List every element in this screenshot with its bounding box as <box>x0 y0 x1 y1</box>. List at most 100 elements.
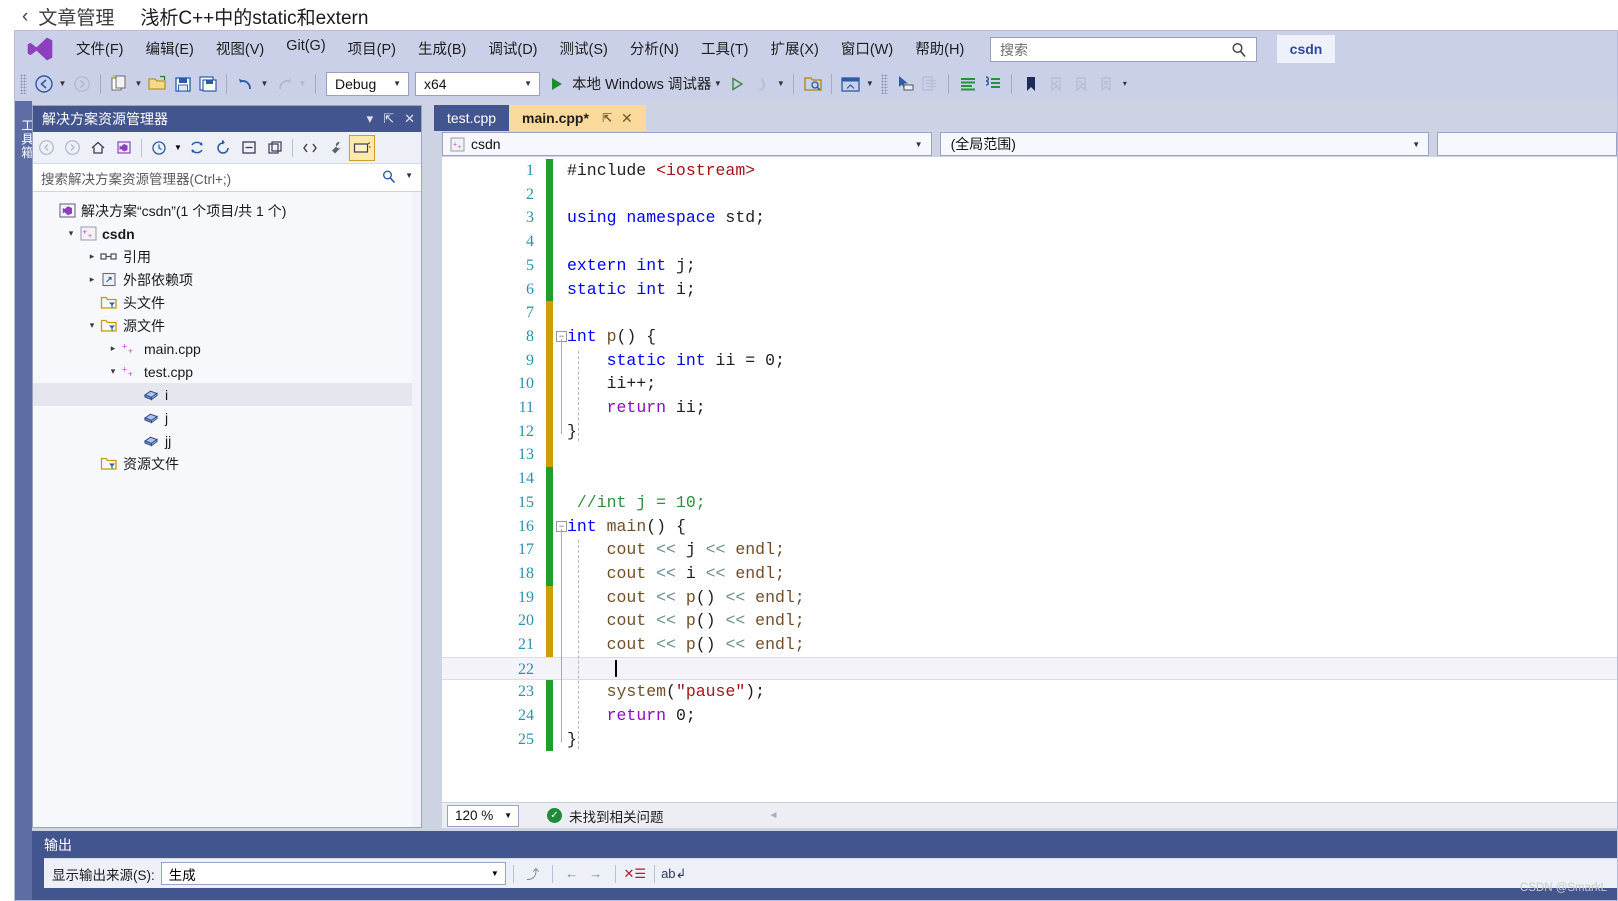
redo-icon[interactable] <box>271 71 296 96</box>
forward-arrow-icon[interactable]: → <box>584 862 608 886</box>
menu-item-1[interactable]: 编辑(E) <box>135 35 205 62</box>
menu-item-6[interactable]: 调试(D) <box>477 35 548 62</box>
forward-icon[interactable] <box>59 135 85 161</box>
expanded-arrow-icon[interactable]: ▾ <box>64 228 78 239</box>
menu-item-12[interactable]: 帮助(H) <box>904 35 975 62</box>
tree-item-2[interactable]: ▸ 引用 <box>33 245 421 268</box>
menu-item-7[interactable]: 测试(S) <box>549 35 619 62</box>
configuration-dropdown[interactable]: Debug ▼ <box>326 71 409 96</box>
sync-icon[interactable] <box>210 135 236 161</box>
code-line-10[interactable]: 10 ii++; <box>442 372 1617 396</box>
home-icon[interactable] <box>85 135 111 161</box>
code-line-5[interactable]: 5 extern int j; <box>442 254 1617 278</box>
copy-lines-icon[interactable] <box>917 71 942 96</box>
tree-item-5[interactable]: ▾ 源文件 <box>33 314 421 337</box>
pin-icon[interactable]: ⇱ <box>602 111 612 125</box>
tree-item-7[interactable]: ▾ + + test.cpp <box>33 360 421 383</box>
tree-item-6[interactable]: ▸ + + main.cpp <box>33 337 421 360</box>
code-line-7[interactable]: 7 <box>442 301 1617 325</box>
start-debugging-dropdown[interactable]: ▼ <box>711 71 724 96</box>
tree-item-11[interactable]: 资源文件 <box>33 452 421 475</box>
clear-bookmarks-icon[interactable] <box>1093 71 1118 96</box>
chevron-down-icon[interactable]: ▾ <box>367 111 374 127</box>
code-line-1[interactable]: 1 #include <iostream> <box>442 159 1617 183</box>
navigate-back-dropdown[interactable]: ▼ <box>56 71 69 96</box>
collapse-all-icon[interactable] <box>236 135 262 161</box>
show-all-files-icon[interactable] <box>262 135 288 161</box>
menu-item-5[interactable]: 生成(B) <box>407 35 477 62</box>
code-line-24[interactable]: 24 return 0; <box>442 704 1617 728</box>
code-editor[interactable]: 1 #include <iostream> 2 3 using namespace st… <box>442 157 1617 802</box>
window-layout-dropdown[interactable]: ▼ <box>863 71 876 96</box>
code-line-18[interactable]: 18 cout << i << endl; <box>442 562 1617 586</box>
close-icon[interactable]: ✕ <box>621 110 633 127</box>
collapsed-arrow-icon[interactable]: ▸ <box>85 251 99 262</box>
menu-item-0[interactable]: 文件(F) <box>65 35 135 62</box>
tree-item-1[interactable]: ▾ + + csdn <box>33 222 421 245</box>
word-wrap-icon[interactable]: ab↲ <box>661 862 686 886</box>
next-bookmark-icon[interactable] <box>1068 71 1093 96</box>
code-line-12[interactable]: 12} <box>442 420 1617 444</box>
find-in-files-icon[interactable] <box>800 71 825 96</box>
tree-item-10[interactable]: jj <box>33 429 421 452</box>
chevron-down-icon[interactable]: ▼ <box>405 171 413 180</box>
platform-dropdown[interactable]: x64 ▼ <box>415 71 540 96</box>
code-line-14[interactable]: 14 <box>442 467 1617 491</box>
pending-changes-icon[interactable] <box>146 135 172 161</box>
solution-view-icon[interactable] <box>111 135 137 161</box>
search-input[interactable]: 搜索 <box>990 37 1257 62</box>
clear-all-icon[interactable]: ✕☰ <box>623 862 647 886</box>
menu-item-11[interactable]: 窗口(W) <box>830 35 904 62</box>
account-chip[interactable]: csdn <box>1277 35 1335 63</box>
nav-scope-dropdown[interactable]: (全局范围) ▼ <box>939 132 1430 156</box>
code-line-21[interactable]: 21 cout << p() << endl; <box>442 633 1617 657</box>
properties-icon[interactable] <box>323 135 349 161</box>
code-line-3[interactable]: 3 using namespace std; <box>442 206 1617 230</box>
editor-tab-0[interactable]: test.cpp <box>434 105 510 131</box>
scroll-left-icon[interactable]: ◄ <box>769 810 779 821</box>
code-line-4[interactable]: 4 <box>442 230 1617 254</box>
jump-icon[interactable]: ⤴ <box>521 862 545 886</box>
close-icon[interactable]: ✕ <box>404 111 415 127</box>
code-line-2[interactable]: 2 <box>442 183 1617 207</box>
redo-dropdown[interactable]: ▼ <box>296 71 309 96</box>
code-line-6[interactable]: 6 static int i; <box>442 278 1617 302</box>
expanded-arrow-icon[interactable]: ▾ <box>85 320 99 331</box>
hot-reload-dropdown[interactable]: ▼ <box>774 71 787 96</box>
navigate-back-icon[interactable] <box>31 71 56 96</box>
toolbar-grip[interactable] <box>881 73 889 94</box>
undo-dropdown[interactable]: ▼ <box>258 71 271 96</box>
undo-icon[interactable] <box>233 71 258 96</box>
output-source-dropdown[interactable]: 生成 ▼ <box>160 862 506 885</box>
uncomment-lines-icon[interactable] <box>980 71 1005 96</box>
code-line-9[interactable]: 9 static int ii = 0; <box>442 349 1617 373</box>
code-line-16[interactable]: 16 int main() { <box>442 515 1617 539</box>
tree-item-0[interactable]: 解决方案“csdn”(1 个项目/共 1 个) <box>33 199 421 222</box>
zoom-level-dropdown[interactable]: 120 % ▼ <box>447 804 519 827</box>
tree-item-8[interactable]: i <box>33 383 421 406</box>
editor-tab-1[interactable]: main.cpp* ⇱ ✕ <box>509 105 646 131</box>
toolbox-strip[interactable]: 工具箱 <box>15 101 33 900</box>
code-line-15[interactable]: 15 //int j = 10; <box>442 491 1617 515</box>
pending-changes-dropdown[interactable]: ▼ <box>172 135 184 161</box>
nav-member-dropdown[interactable] <box>1437 132 1617 156</box>
tree-item-4[interactable]: 头文件 <box>33 291 421 314</box>
bookmark-icon[interactable] <box>1018 71 1043 96</box>
solution-explorer-scrollbar[interactable] <box>412 192 421 827</box>
menu-item-9[interactable]: 工具(T) <box>690 35 760 62</box>
nav-project-dropdown[interactable]: + + csdn ▼ <box>442 132 932 156</box>
toolbar-overflow-icon[interactable]: ▾ <box>1118 71 1131 96</box>
back-arrow-icon[interactable]: ← <box>560 862 584 886</box>
hot-reload-icon[interactable] <box>749 71 774 96</box>
preview-selected-items-icon[interactable] <box>349 134 375 161</box>
window-layout-icon[interactable] <box>838 71 863 96</box>
code-line-22[interactable]: 22 <box>442 656 1617 681</box>
code-line-23[interactable]: 23 system("pause"); <box>442 680 1617 704</box>
menu-item-2[interactable]: 视图(V) <box>205 35 275 62</box>
collapsed-arrow-icon[interactable]: ▸ <box>85 274 99 285</box>
comment-lines-icon[interactable] <box>955 71 980 96</box>
open-file-icon[interactable] <box>145 71 170 96</box>
code-line-11[interactable]: 11 return ii; <box>442 396 1617 420</box>
code-line-25[interactable]: 25} <box>442 728 1617 752</box>
refresh-icon[interactable] <box>184 135 210 161</box>
